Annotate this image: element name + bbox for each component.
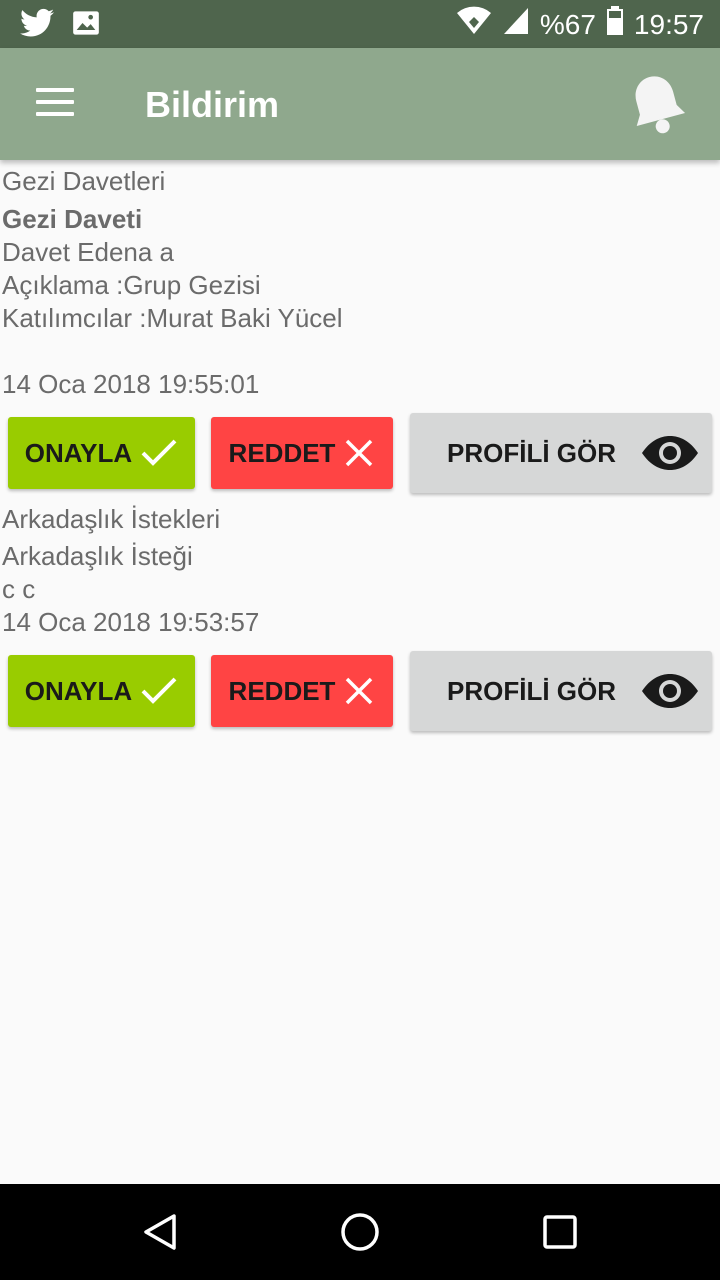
section-header: Arkadaşlık İstekleri [2,504,221,534]
wifi-icon [456,6,492,43]
eye-icon [642,436,698,470]
section-trip-invites: Gezi Davetleri Gezi Daveti Davet Edena a… [0,160,720,500]
reject-button-label: REDDET [228,437,336,468]
eye-icon [642,674,698,708]
item-detail: Katılımcılar :Murat Baki Yücel [2,303,343,333]
item-title: Arkadaşlık İsteği [2,541,193,571]
bell-icon[interactable] [624,70,690,140]
home-icon[interactable] [340,1212,380,1257]
check-icon [141,439,177,466]
battery-label: %67 [539,8,596,40]
approve-button[interactable]: ONAYLA [8,417,195,489]
reject-button[interactable]: REDDET [211,417,393,489]
item-detail: Açıklama :Grup Gezisi [2,270,261,300]
item-detail: Davet Edena a [2,237,175,267]
approve-button[interactable]: ONAYLA [8,655,195,727]
view-profile-button[interactable]: PROFİLİ GÖR [410,651,712,731]
signal-icon [502,6,530,43]
app-bar: Bildirim [0,48,720,160]
approve-button-label: ONAYLA [24,437,133,468]
image-icon [72,9,100,42]
status-bar: %67 19:57 [0,0,720,48]
clock: 19:57 [633,8,704,40]
close-icon [346,677,373,705]
navigation-bar [0,1184,720,1280]
reject-button-label: REDDET [228,675,336,706]
item-title: Gezi Daveti [2,204,143,234]
section-header: Gezi Davetleri [2,166,166,196]
page-title: Bildirim [145,84,280,125]
item-detail: c c [2,574,36,604]
twitter-icon [20,8,54,43]
reject-button[interactable]: REDDET [211,655,393,727]
timestamp: 14 Oca 2018 19:55:01 [2,369,260,399]
approve-button-label: ONAYLA [24,675,133,706]
menu-icon[interactable] [36,88,76,120]
close-icon [346,439,373,467]
timestamp: 14 Oca 2018 19:53:57 [2,607,260,637]
view-profile-button[interactable]: PROFİLİ GÖR [410,413,712,493]
view-profile-button-label: PROFİLİ GÖR [447,675,616,706]
section-friend-requests: Arkadaşlık İstekleri Arkadaşlık İsteği c… [0,500,720,740]
back-icon[interactable] [140,1212,180,1257]
battery-icon [606,6,624,43]
recents-icon[interactable] [542,1214,578,1255]
view-profile-button-label: PROFİLİ GÖR [447,437,616,468]
check-icon [141,677,177,704]
